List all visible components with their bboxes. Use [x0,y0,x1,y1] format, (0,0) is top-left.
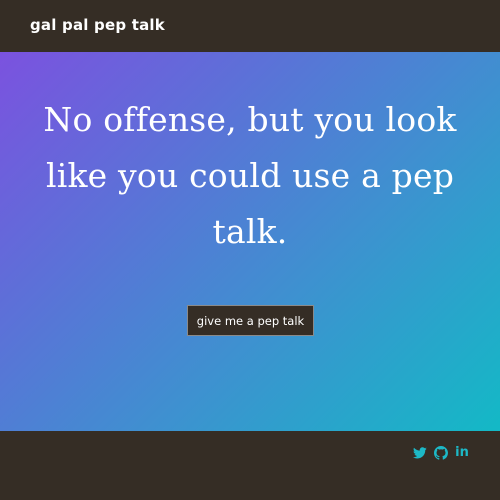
hero-headline: No offense, but you look like you could … [0,92,500,260]
brand-title[interactable]: gal pal pep talk [30,16,165,34]
github-icon [434,446,448,460]
headline-line-3: talk. [212,212,288,251]
top-navbar: gal pal pep talk [0,0,500,52]
linkedin-icon: in [455,445,469,460]
pep-talk-button[interactable]: give me a pep talk [187,305,314,336]
twitter-icon [413,447,427,459]
linkedin-link[interactable]: in [455,446,469,460]
headline-line-1: No offense, but you look [43,100,457,139]
hero-section: No offense, but you look like you could … [0,52,500,431]
social-links: in [413,446,469,460]
twitter-link[interactable] [413,446,427,460]
github-link[interactable] [434,446,448,460]
headline-line-2: like you could use a pep [45,156,455,195]
footer: in [0,431,500,500]
